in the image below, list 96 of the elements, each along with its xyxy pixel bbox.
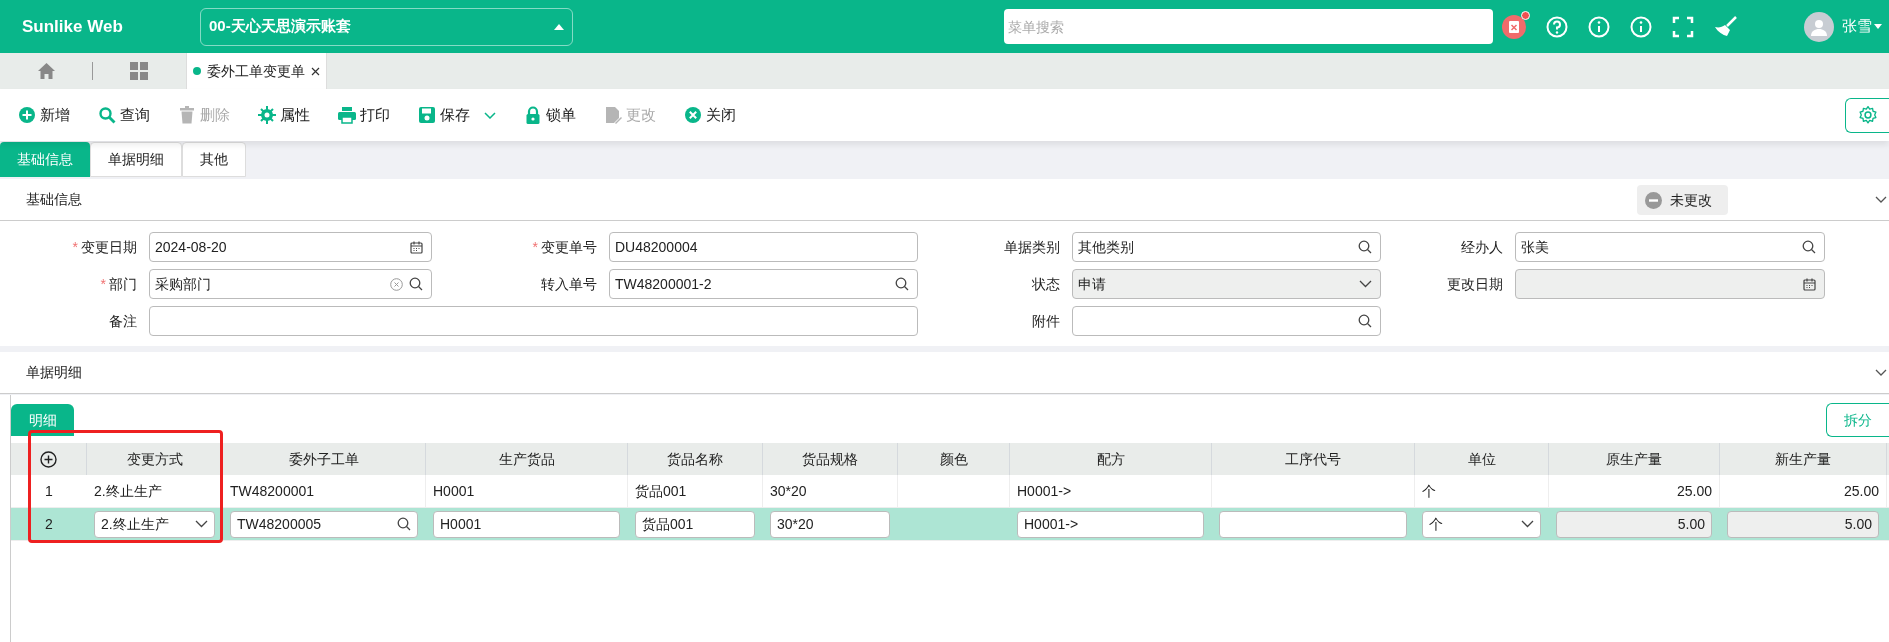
search-icon[interactable] <box>1358 314 1372 328</box>
add-row-icon[interactable] <box>40 450 57 468</box>
toolbar-button[interactable]: 保存 <box>413 100 501 130</box>
toolbar-button[interactable]: 查询 <box>93 100 155 130</box>
table-cell-text: 个 <box>1422 481 1436 501</box>
cell-input[interactable]: H0001-> <box>1017 510 1204 538</box>
home-icon[interactable] <box>37 63 55 79</box>
field-label: 部门 <box>109 274 137 294</box>
x-circle-icon <box>684 106 702 124</box>
chevron-down-icon <box>484 111 496 119</box>
row-number: 2 <box>44 514 54 534</box>
input-field[interactable]: 其他类别 <box>1072 232 1381 262</box>
required-mark: * <box>532 237 538 257</box>
input-field[interactable]: 张美 <box>1515 232 1825 262</box>
cell-input[interactable]: 5.00 <box>1556 510 1712 538</box>
calendar-icon[interactable] <box>410 240 423 254</box>
section-tab[interactable]: 单据明细 <box>90 142 182 177</box>
input-field[interactable] <box>1072 306 1381 336</box>
section-title: 单据明细 <box>26 363 82 382</box>
cell-input[interactable]: 个 <box>1422 510 1541 538</box>
field-label: 附件 <box>1032 311 1060 331</box>
table-cell-text: H0001 <box>433 481 475 501</box>
table-cell-text: 30*20 <box>770 481 807 501</box>
search-icon[interactable] <box>895 277 909 291</box>
search-icon <box>98 106 116 124</box>
field-label: 经办人 <box>1461 237 1503 257</box>
toolbar-button[interactable]: 打印 <box>333 100 395 130</box>
help-icon[interactable] <box>1546 15 1568 38</box>
toolbar-button[interactable]: 新增 <box>13 100 75 130</box>
input-field[interactable]: TW48200001-2 <box>609 269 918 299</box>
search-icon[interactable] <box>1358 240 1372 254</box>
field-label: 变更单号 <box>541 237 597 257</box>
gear-icon <box>258 106 276 124</box>
broom-icon[interactable] <box>1714 15 1738 38</box>
avatar[interactable] <box>1804 11 1834 42</box>
cell-input[interactable]: TW48200005 <box>230 510 418 538</box>
status-badge: 未更改 <box>1637 185 1728 215</box>
table-cell-text: 25.00 <box>1676 481 1712 501</box>
chevron-down-icon[interactable] <box>195 520 208 528</box>
fullscreen-icon[interactable] <box>1672 15 1694 38</box>
cell-input[interactable]: 2.终止生产 <box>94 510 215 538</box>
cell-input[interactable]: 货品001 <box>635 510 755 538</box>
search-icon[interactable] <box>1802 240 1816 254</box>
info-icon[interactable] <box>1588 15 1610 38</box>
account-name: 00-天心天思演示账套 <box>209 16 351 37</box>
field-label: 变更日期 <box>81 237 137 257</box>
row-number: 1 <box>44 481 54 501</box>
chevron-down-icon[interactable] <box>1521 520 1534 528</box>
input-field[interactable]: 采购部门 <box>149 269 432 299</box>
toolbar-button[interactable]: 关闭 <box>679 100 741 130</box>
section-tab[interactable]: 其他 <box>182 142 246 177</box>
settings-icon <box>1857 105 1878 125</box>
table-cell-text: TW48200001 <box>230 481 315 501</box>
chevron-down-icon[interactable] <box>1875 196 1887 203</box>
table-cell-text: 2.终止生产 <box>94 481 162 501</box>
info-icon[interactable] <box>1630 15 1652 38</box>
minus-circle-icon <box>1645 191 1662 209</box>
field-label: 状态 <box>1032 274 1060 294</box>
trash-icon <box>178 106 196 124</box>
toolbar-button[interactable]: 属性 <box>253 100 315 130</box>
field-label: 备注 <box>109 311 137 331</box>
plus-circle-icon <box>18 106 36 124</box>
lock-icon <box>524 106 542 124</box>
section-title: 基础信息 <box>26 190 82 209</box>
table-cell-text: 25.00 <box>1843 481 1879 501</box>
chevron-down-icon[interactable] <box>1875 369 1887 376</box>
required-mark: * <box>72 237 78 257</box>
toolbar-button[interactable]: 锁单 <box>519 100 581 130</box>
settings-button[interactable] <box>1845 97 1889 133</box>
cell-input[interactable]: 30*20 <box>770 510 890 538</box>
required-mark: * <box>100 274 106 294</box>
close-icon[interactable] <box>311 66 320 76</box>
search-icon[interactable] <box>409 277 423 291</box>
search-icon[interactable] <box>397 517 411 531</box>
cell-input[interactable]: 5.00 <box>1727 510 1879 538</box>
table-row[interactable]: 1 2.终止生产 TW48200001 H0001 货品001 30*20 H0001-> 个 25.00 25.00 <box>11 475 1889 508</box>
menu-search-field[interactable]: 菜单搜索 <box>1004 9 1493 44</box>
field-label: 更改日期 <box>1447 274 1503 294</box>
cell-input[interactable] <box>1219 510 1407 538</box>
cell-input[interactable]: H0001 <box>433 510 620 538</box>
caret-down-icon <box>1874 24 1882 29</box>
tab-label: 委外工单变更单 <box>207 61 305 81</box>
input-field[interactable]: DU48200004 <box>609 232 918 262</box>
input-field[interactable]: 2024-08-20 <box>149 232 432 262</box>
document-pen-icon <box>604 106 622 124</box>
caret-up-icon <box>554 23 564 30</box>
page-tab[interactable]: 委外工单变更单 <box>186 53 327 89</box>
field-label: 单据类别 <box>1004 237 1060 257</box>
field-label: 转入单号 <box>541 274 597 294</box>
clear-icon[interactable] <box>390 277 403 291</box>
printer-icon <box>338 106 356 124</box>
grid-icon[interactable] <box>130 62 148 80</box>
table-row[interactable]: 2 2.终止生产 TW48200005 H0001 货品001 30*20 H0001-> 个 5.00 5.00 <box>11 508 1889 541</box>
table-cell-text: H0001-> <box>1017 481 1072 501</box>
input-field[interactable] <box>149 306 918 336</box>
table-cell-text: 货品001 <box>635 481 687 501</box>
